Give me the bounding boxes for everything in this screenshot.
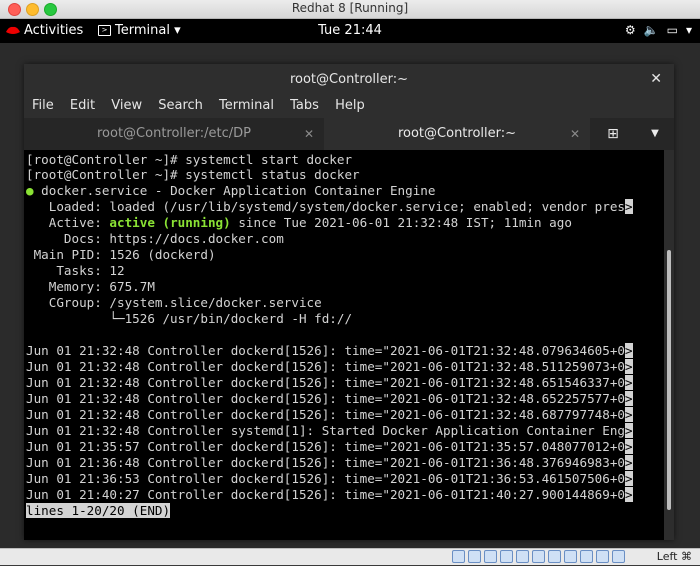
menu-file[interactable]: File — [32, 94, 54, 118]
host-window-title: Redhat 8 [Running] — [291, 1, 409, 15]
redhat-logo-icon — [6, 26, 20, 34]
menu-tabs[interactable]: Tabs — [290, 94, 319, 118]
terminal-line: Tasks: 12 — [26, 263, 125, 278]
truncation-marker: > — [624, 199, 633, 214]
usb-icon[interactable] — [516, 550, 529, 563]
host-key-label: Left ⌘ — [656, 550, 692, 563]
audio-icon[interactable] — [484, 550, 497, 563]
terminal-line: Jun 01 21:32:48 Controller dockerd[1526]… — [26, 375, 633, 390]
terminal-line: Jun 01 21:36:48 Controller dockerd[1526]… — [26, 455, 633, 470]
volume-icon: 🔈 — [643, 23, 659, 37]
chevron-down-icon: ▾ — [685, 23, 692, 37]
terminal-scrollbar[interactable] — [664, 150, 674, 540]
terminal-headerbar: root@Controller:~ ✕ — [24, 64, 674, 94]
tab-home[interactable]: root@Controller:~ ✕ — [324, 118, 590, 152]
terminal-line: └─1526 /usr/bin/dockerd -H fd:// — [26, 311, 353, 326]
menu-search[interactable]: Search — [158, 94, 203, 118]
menu-view[interactable]: View — [111, 94, 142, 118]
close-icon[interactable]: ✕ — [650, 71, 662, 87]
system-menu[interactable]: ⚙ 🔈 ▭ ▾ — [617, 23, 692, 37]
chevron-down-icon: ▾ — [174, 23, 181, 38]
keyboard-capture-icon[interactable] — [612, 550, 625, 563]
terminal-window: root@Controller:~ ✕ File Edit View Searc… — [24, 64, 674, 540]
terminal-line: Memory: 675.7M — [26, 279, 155, 294]
terminal-line: Docs: https://docs.docker.com — [26, 231, 284, 246]
menu-help[interactable]: Help — [335, 94, 365, 118]
status-dot-icon: ● — [26, 183, 34, 198]
tab-etc-dp[interactable]: root@Controller:/etc/DP ✕ — [24, 118, 324, 150]
terminal-line: Jun 01 21:35:57 Controller dockerd[1526]… — [26, 439, 633, 454]
terminal-line: Jun 01 21:40:27 Controller dockerd[1526]… — [26, 487, 633, 502]
close-icon[interactable]: ✕ — [570, 118, 580, 150]
terminal-title: root@Controller:~ — [289, 72, 409, 87]
terminal-menubar: File Edit View Search Terminal Tabs Help — [24, 94, 674, 118]
menu-edit[interactable]: Edit — [70, 94, 95, 118]
pager-status: lines 1-20/20 (END) — [26, 503, 171, 518]
app-menu-terminal[interactable]: > Terminal ▾ — [98, 23, 181, 38]
terminal-line: Jun 01 21:32:48 Controller dockerd[1526]… — [26, 359, 633, 374]
terminal-line: ● docker.service - Docker Application Co… — [26, 183, 436, 198]
host-titlebar: Redhat 8 [Running] — [0, 0, 700, 19]
close-icon[interactable]: ✕ — [304, 118, 314, 150]
terminal-line: Jun 01 21:36:53 Controller dockerd[1526]… — [26, 471, 633, 486]
activities-button[interactable]: Activities — [24, 23, 83, 38]
terminal-line: [root@Controller ~]# systemctl start doc… — [26, 152, 353, 167]
terminal-line: [root@Controller ~]# systemctl status do… — [26, 167, 360, 182]
terminal-line: Jun 01 21:32:48 Controller dockerd[1526]… — [26, 343, 633, 358]
network-adapter-icon[interactable] — [500, 550, 513, 563]
new-tab-icon[interactable]: ⊞ — [590, 118, 636, 150]
terminal-line: Loaded: loaded (/usr/lib/systemd/system/… — [26, 199, 633, 214]
terminal-line: CGroup: /system.slice/docker.service — [26, 295, 322, 310]
tab-label: root@Controller:/etc/DP — [96, 126, 251, 141]
hard-disk-icon[interactable] — [452, 550, 465, 563]
optical-drive-icon[interactable] — [468, 550, 481, 563]
terminal-app-icon: > — [98, 25, 111, 36]
virtualbox-status-bar: Left ⌘ — [0, 548, 700, 565]
terminal-line: Jun 01 21:32:48 Controller dockerd[1526]… — [26, 391, 633, 406]
recording-icon[interactable] — [564, 550, 577, 563]
active-status: active (running) — [109, 215, 231, 230]
menu-terminal[interactable]: Terminal — [219, 94, 274, 118]
shared-folder-icon[interactable] — [532, 550, 545, 563]
clock[interactable]: Tue 21:44 — [318, 23, 382, 38]
terminal-line: Jun 01 21:32:48 Controller dockerd[1526]… — [26, 407, 633, 422]
gnome-top-bar: Activities > Terminal ▾ Tue 21:44 ⚙ 🔈 ▭ ▾ — [0, 19, 700, 43]
display-icon[interactable] — [548, 550, 561, 563]
terminal-line: Active: active (running) since Tue 2021-… — [26, 215, 572, 230]
terminal-output[interactable]: [root@Controller ~]# systemctl start doc… — [24, 150, 664, 540]
cpu-icon[interactable] — [580, 550, 593, 563]
chevron-down-icon[interactable]: ▼ — [636, 118, 674, 150]
terminal-line: Main PID: 1526 (dockerd) — [26, 247, 216, 262]
network-icon: ⚙ — [624, 23, 636, 37]
app-menu-label: Terminal — [115, 23, 170, 38]
tab-bar: root@Controller:/etc/DP ✕ root@Controlle… — [24, 118, 674, 152]
terminal-line: Jun 01 21:32:48 Controller systemd[1]: S… — [26, 423, 633, 438]
scrollbar-thumb[interactable] — [667, 250, 671, 510]
battery-icon: ▭ — [666, 23, 678, 37]
tab-label: root@Controller:~ — [397, 126, 517, 141]
mouse-integration-icon[interactable] — [596, 550, 609, 563]
